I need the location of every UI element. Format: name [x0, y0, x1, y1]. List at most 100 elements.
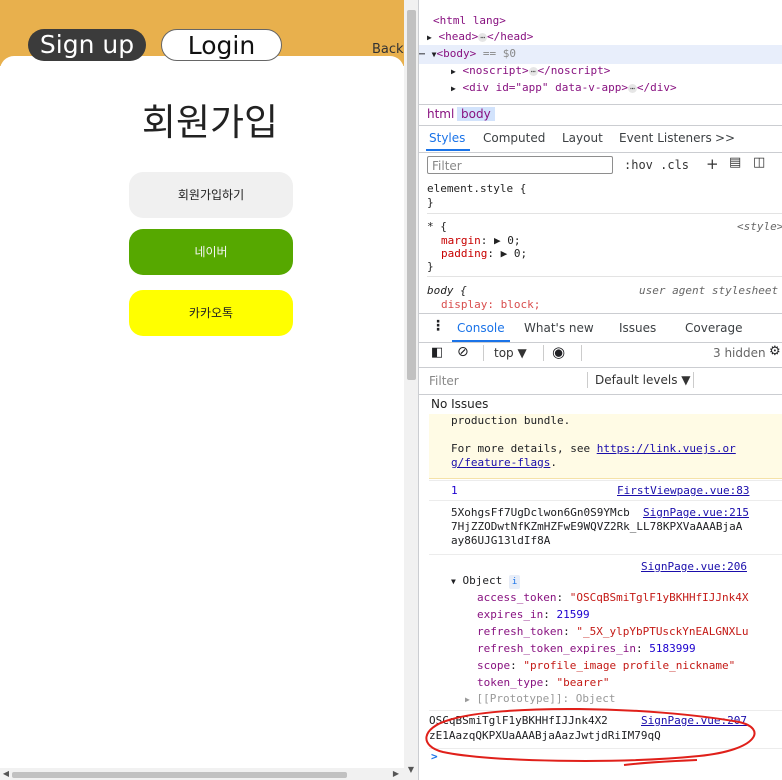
body-tag: <body>	[436, 47, 477, 60]
collapsed-ellipsis-icon[interactable]: ⋯	[628, 83, 637, 93]
scroll-left-arrow-icon[interactable]: ◀	[0, 768, 12, 780]
drawer-menu-kebab-icon[interactable]: ⋮	[431, 318, 445, 334]
expand-triangle-icon[interactable]: ▶	[451, 84, 456, 93]
source-link[interactable]: SignPage.vue:207	[641, 714, 747, 728]
tab-styles[interactable]: Styles	[429, 131, 465, 145]
object-field-key: scope	[477, 659, 511, 672]
signup-button[interactable]: 회원가입하기	[129, 172, 293, 218]
console-filter-row: Filter Default levels ▼	[419, 368, 782, 395]
console-prompt-input[interactable]: >	[431, 750, 438, 764]
selected-node-marker: == $0	[482, 47, 516, 60]
expand-triangle-icon[interactable]: ▶	[465, 695, 470, 704]
console-log-text: OSCqBSmiTglF1yBKHHfIJJnk4X2	[429, 714, 608, 727]
devtools-panel: <html lang> ▶ <head> ⋯ </head> ⋯ ▼<body> =…	[418, 0, 782, 780]
tab-coverage[interactable]: Coverage	[685, 321, 743, 335]
toolbar-divider	[587, 372, 588, 388]
more-tabs-chevron-icon[interactable]: >>	[715, 131, 735, 145]
style-source-link[interactable]: <style>	[737, 220, 782, 233]
source-link[interactable]: SignPage.vue:206	[641, 560, 747, 574]
app-div-tag: <div id="app" data-v-app>	[462, 81, 629, 94]
object-field-value: "OSCqBSmiTglF1yBKHHfIJJnk4X	[569, 591, 749, 604]
page-title: 회원가입	[141, 101, 279, 144]
console-log-text: zE1AazqQKPXUaAAABjaAazJwtjdRiIM79qQ	[429, 729, 661, 742]
object-field: access_token: "OSCqBSmiTglF1yBKHHfIJJnk4…	[477, 591, 749, 604]
warning-text: g/feature-flags.	[451, 456, 557, 470]
scroll-right-arrow-icon[interactable]: ▶	[390, 768, 402, 780]
collapse-triangle-icon[interactable]: ▼	[451, 577, 456, 586]
sidebar-toggle-icon[interactable]: ◫	[753, 155, 765, 170]
tab-layout[interactable]: Layout	[562, 131, 603, 145]
sidebar-toggle-icon[interactable]: ◧	[431, 345, 443, 360]
tab-event-listeners[interactable]: Event Listeners	[619, 131, 712, 145]
live-expression-eye-icon[interactable]: ◉	[552, 343, 565, 361]
margin-declaration[interactable]: margin: ▶ 0;	[441, 234, 521, 247]
styles-filter-input[interactable]: Filter	[427, 156, 613, 174]
toolbar-divider	[693, 372, 694, 388]
object-field: expires_in: 21599	[477, 608, 590, 621]
dom-node-app-div[interactable]: ▶ <div id="app" data-v-app> ⋯ </div>	[451, 79, 677, 98]
toolbar-divider	[483, 345, 484, 361]
console-entry-separator	[429, 710, 782, 711]
vertical-scroll-thumb[interactable]	[407, 10, 416, 380]
collapsed-ellipsis-icon[interactable]: ⋯	[528, 66, 538, 76]
horizontal-scroll-thumb[interactable]	[12, 772, 347, 778]
toolbar-divider	[581, 345, 582, 361]
object-label: Object	[462, 574, 503, 587]
display-declaration[interactable]: display: block;	[441, 298, 540, 311]
padding-value: ▶ 0;	[500, 247, 528, 260]
scroll-down-arrow-icon[interactable]: ▼	[404, 763, 418, 777]
app-div-close-tag: </div>	[636, 81, 677, 94]
breadcrumb-html[interactable]: html	[427, 107, 454, 121]
console-filter-input[interactable]: Filter	[429, 374, 459, 388]
login-tab-button[interactable]: Login	[161, 29, 282, 61]
back-link[interactable]: Back	[372, 42, 404, 57]
margin-property: margin	[441, 234, 481, 247]
breadcrumb: html body	[419, 104, 782, 126]
object-field-value: 5183999	[649, 642, 696, 655]
object-field-key: refresh_token_expires_in	[477, 642, 636, 655]
vue-feature-flags-link-continued[interactable]: g/feature-flags	[451, 456, 550, 469]
tab-whats-new[interactable]: What's new	[524, 321, 594, 335]
info-icon[interactable]: i	[508, 575, 521, 589]
tab-issues[interactable]: Issues	[619, 321, 656, 335]
noscript-close-tag: </noscript>	[537, 64, 611, 77]
signup-tab-button[interactable]: Sign up	[28, 29, 146, 61]
hidden-messages-count: 3 hidden	[713, 346, 766, 360]
hov-cls-toggle[interactable]: :hov .cls	[624, 158, 689, 172]
element-style-selector: element.style {	[427, 182, 527, 195]
object-field-key: expires_in	[477, 608, 544, 621]
object-field-value: "bearer"	[556, 676, 610, 689]
warning-text: For more details, see https://link.vuejs…	[451, 442, 736, 456]
object-field: refresh_token: "_5X_ylpYbPTUsckYnEALGNXL…	[477, 625, 749, 638]
vue-feature-flags-link[interactable]: https://link.vuejs.or	[597, 442, 736, 455]
expand-triangle-icon[interactable]: ▶	[427, 33, 432, 42]
drawer-tab-bar: ⋮ Console What's new Issues Coverage	[419, 313, 782, 343]
add-rule-plus-icon[interactable]: +	[706, 155, 719, 173]
tab-computed[interactable]: Computed	[483, 131, 545, 145]
kakao-login-button[interactable]: 카카오톡	[129, 290, 293, 336]
object-field-value: "profile_image profile_nickname"	[523, 659, 736, 672]
console-output: production bundle. For more details, see…	[419, 414, 782, 780]
expand-triangle-icon[interactable]: ▶	[451, 67, 456, 76]
console-warning-message: production bundle. For more details, see…	[429, 414, 782, 479]
console-entry-separator	[429, 554, 782, 555]
object-field-key: access_token	[477, 591, 557, 604]
active-tab-indicator	[426, 149, 470, 151]
collapsed-ellipsis-icon[interactable]: ⋯	[478, 32, 488, 42]
clear-console-icon[interactable]: ⊘	[457, 344, 469, 360]
source-link[interactable]: FirstViewpage.vue:83	[617, 484, 749, 498]
tab-console[interactable]: Console	[457, 321, 505, 335]
breadcrumb-body[interactable]: body	[457, 107, 495, 121]
object-expander[interactable]: ▼ Object i	[451, 574, 521, 589]
console-toolbar: ◧ ⊘ top ▼ ◉ 3 hidden ⚙	[419, 341, 782, 368]
settings-gear-icon[interactable]: ⚙	[769, 344, 781, 359]
format-paint-icon[interactable]: ▤	[729, 155, 741, 170]
padding-declaration[interactable]: padding: ▶ 0;	[441, 247, 527, 260]
source-link[interactable]: SignPage.vue:215	[643, 506, 749, 520]
naver-login-button[interactable]: 네이버	[129, 229, 293, 275]
context-selector[interactable]: top ▼	[494, 346, 527, 360]
console-log-text: 5XohgsFf7UgDclwon6Gn0S9YMcb	[451, 506, 630, 519]
prototype-expander[interactable]: ▶ [[Prototype]]: Object	[465, 692, 616, 707]
log-levels-dropdown[interactable]: Default levels ▼	[595, 373, 691, 387]
more-dots-icon[interactable]: ⋯	[419, 49, 425, 60]
